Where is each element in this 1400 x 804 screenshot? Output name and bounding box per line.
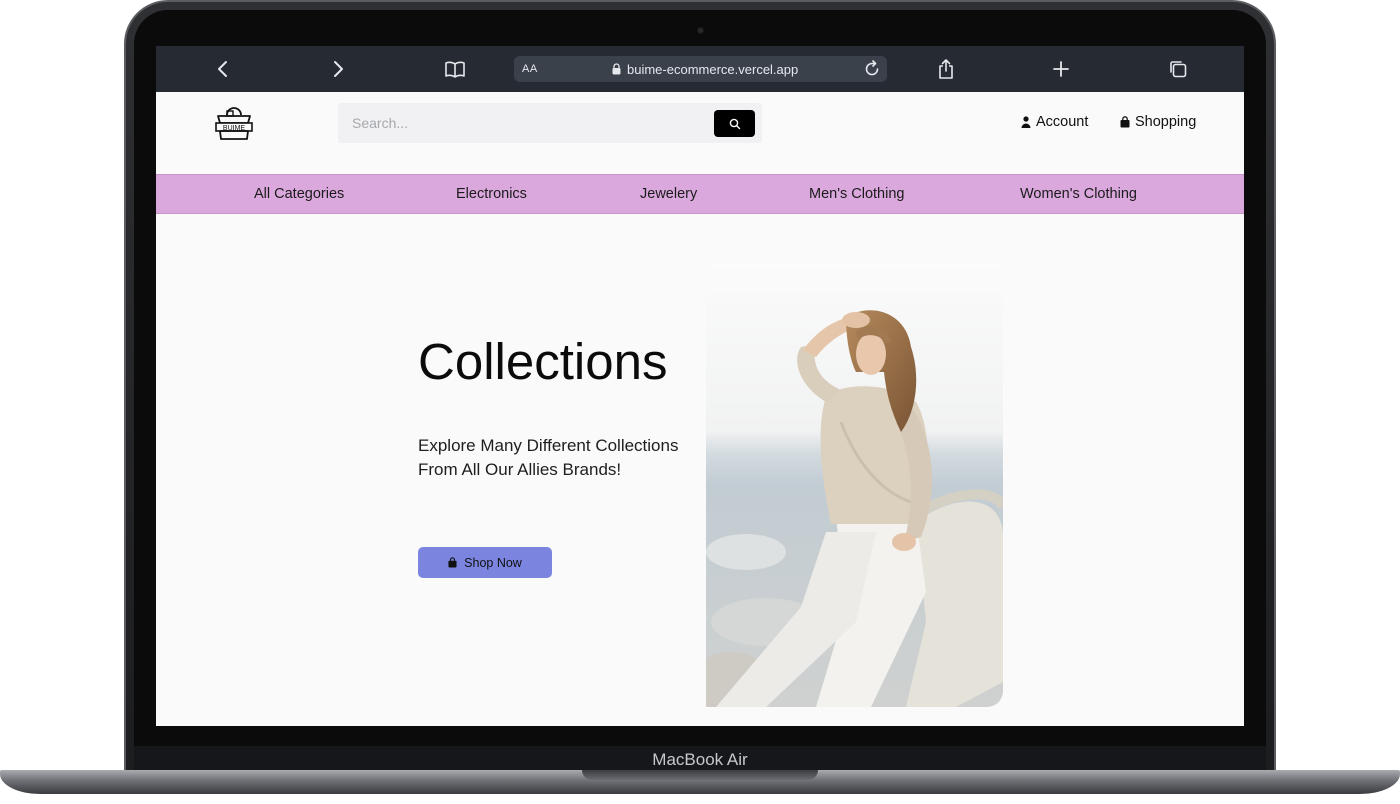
search-input[interactable]	[338, 103, 708, 143]
shopping-label: Shopping	[1135, 114, 1197, 130]
fashion-model-photo	[706, 262, 1003, 707]
tabs-icon	[1170, 61, 1187, 78]
site-header: BUIME Account Shopping	[156, 92, 1244, 174]
user-icon	[1021, 116, 1031, 128]
search-icon	[729, 118, 740, 129]
screen: AA buime-ecommerce.vercel.app BUIME Sear…	[156, 46, 1244, 726]
logo-text: BUIME	[223, 125, 246, 132]
logo[interactable]: BUIME	[212, 103, 256, 149]
share-button[interactable]	[933, 56, 959, 82]
url-display: buime-ecommerce.vercel.app	[612, 62, 798, 77]
chevron-left-icon	[218, 61, 227, 77]
laptop-notch	[582, 770, 818, 780]
search-button[interactable]	[714, 110, 755, 137]
nav-item-electronics[interactable]: Electronics	[456, 186, 527, 202]
chevron-right-icon	[334, 61, 343, 77]
bookmarks-button[interactable]	[442, 56, 468, 82]
book-icon	[445, 61, 465, 78]
device-label: MacBook Air	[652, 750, 748, 769]
new-tab-button[interactable]	[1048, 56, 1074, 82]
plus-icon	[1053, 61, 1069, 77]
account-link[interactable]: Account	[1021, 114, 1088, 130]
account-label: Account	[1036, 114, 1089, 130]
nav-item-jewelery[interactable]: Jewelery	[640, 186, 697, 202]
hero-title: Collections	[418, 333, 668, 390]
shop-now-label: Shop Now	[464, 555, 522, 570]
search-bar	[338, 103, 762, 143]
share-icon	[939, 59, 953, 79]
lock-icon	[612, 63, 621, 75]
nav-item-mens-clothing[interactable]: Men's Clothing	[809, 186, 904, 202]
nav-item-womens-clothing[interactable]: Women's Clothing	[1020, 186, 1137, 202]
address-bar[interactable]: AA buime-ecommerce.vercel.app	[514, 56, 887, 82]
shop-now-button[interactable]: Shop Now	[418, 547, 552, 578]
url-text: buime-ecommerce.vercel.app	[627, 61, 799, 77]
camera-icon	[697, 27, 704, 34]
browser-toolbar: AA buime-ecommerce.vercel.app	[156, 46, 1244, 92]
bag-icon	[448, 557, 457, 568]
logo-bag-icon: BUIME	[215, 107, 253, 140]
reload-button[interactable]	[863, 60, 881, 83]
nav-item-all-categories[interactable]: All Categories	[254, 186, 344, 202]
text-size-button[interactable]: AA	[522, 63, 538, 75]
category-nav: All Categories Electronics Jewelery Men'…	[156, 174, 1244, 214]
hero-image	[706, 262, 1003, 707]
shopping-link[interactable]: Shopping	[1120, 114, 1196, 130]
back-button[interactable]	[210, 56, 236, 82]
reload-icon	[865, 60, 879, 76]
forward-button[interactable]	[325, 56, 351, 82]
bag-icon	[1120, 116, 1130, 128]
tabs-button[interactable]	[1165, 56, 1191, 82]
hero-subtitle: Explore Many Different Collections From …	[418, 436, 679, 479]
